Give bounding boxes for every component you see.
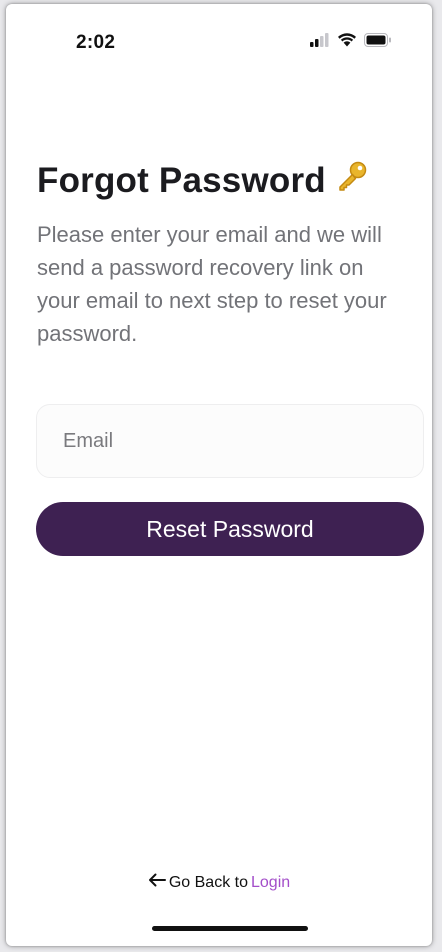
login-link[interactable]: Login [251, 874, 290, 892]
page-subtitle: Please enter your email and we will send… [37, 222, 387, 346]
arrow-left-icon [148, 873, 166, 892]
page-title: Forgot Password [37, 160, 368, 201]
back-to-login[interactable]: Go Back to Login [6, 873, 432, 892]
reset-password-button[interactable]: Reset Password [36, 502, 424, 556]
status-time: 2:02 [76, 32, 116, 53]
wifi-icon [337, 32, 357, 52]
page-title-text: Forgot Password [37, 160, 326, 200]
key-icon [336, 160, 368, 201]
status-icons [310, 32, 392, 52]
status-bar: 2:02 [6, 4, 432, 76]
battery-icon [364, 32, 392, 52]
back-text: Go Back to [168, 873, 248, 891]
signal-icon [310, 32, 330, 52]
email-field[interactable] [36, 404, 424, 478]
home-indicator[interactable] [152, 926, 308, 931]
phone-screen: 2:02 Forgot Password Please enter your e… [6, 4, 432, 946]
